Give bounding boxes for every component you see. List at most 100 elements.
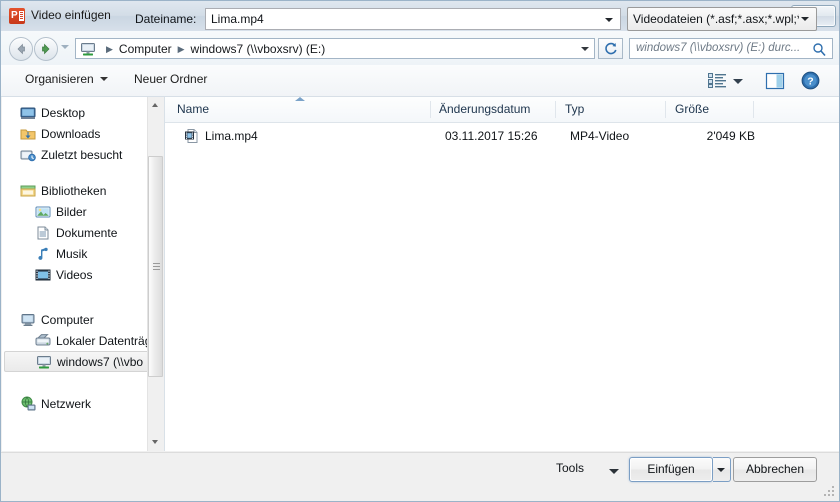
- new-folder-button[interactable]: Neuer Ordner: [134, 72, 207, 86]
- network-drive-icon: [37, 356, 51, 369]
- scroll-up-icon[interactable]: [148, 97, 163, 114]
- sidebar-item-recent-places[interactable]: Zuletzt besucht: [2, 145, 163, 165]
- filename-value: Lima.mp4: [211, 12, 264, 26]
- sidebar-item-libraries[interactable]: Bibliotheken: [2, 181, 163, 201]
- refresh-icon: [605, 42, 617, 55]
- organize-button[interactable]: Organisieren: [25, 72, 108, 86]
- music-icon: [38, 247, 48, 260]
- filename-input[interactable]: Lima.mp4: [205, 8, 621, 30]
- sidebar-item-music[interactable]: Musik: [2, 244, 163, 264]
- chevron-down-icon: [99, 77, 108, 81]
- sidebar-item-documents[interactable]: Dokumente: [2, 223, 163, 243]
- new-folder-label: Neuer Ordner: [134, 72, 208, 86]
- file-name-cell: Lima.mp4: [205, 129, 258, 143]
- sidebar-label: Netzwerk: [41, 397, 92, 411]
- downloads-folder-icon: [20, 129, 36, 140]
- file-list: Name Änderungsdatum Typ Größe Lima.mp4 0…: [164, 97, 839, 451]
- preview-pane-icon[interactable]: [765, 72, 785, 90]
- refresh-button[interactable]: [598, 38, 623, 59]
- breadcrumb-item-drive[interactable]: windows7 (\\vboxsrv) (E:): [191, 42, 326, 56]
- network-icon: [21, 396, 36, 411]
- network-drive-icon: [81, 43, 95, 56]
- insert-button[interactable]: Einfügen: [629, 457, 713, 482]
- organize-label: Organisieren: [25, 72, 94, 86]
- address-bar[interactable]: ▶ Computer ▶ windows7 (\\vboxsrv) (E:): [75, 38, 595, 59]
- breadcrumb[interactable]: ▶ Computer ▶ windows7 (\\vboxsrv) (E:): [100, 42, 325, 56]
- breadcrumb-sep: ▶: [106, 44, 113, 54]
- breadcrumb-sep: ▶: [177, 44, 185, 54]
- column-divider[interactable]: [753, 101, 754, 118]
- insert-dropdown-button[interactable]: [713, 457, 731, 482]
- insert-video-dialog: P Video einfügen ✕: [0, 0, 840, 502]
- sidebar-item-desktop[interactable]: Desktop: [2, 103, 163, 123]
- libraries-icon: [20, 185, 36, 197]
- sidebar-label: Musik: [56, 247, 88, 261]
- search-input[interactable]: windows7 (\\vboxsrv) (E:) durc...: [629, 38, 833, 59]
- cancel-button[interactable]: Abbrechen: [733, 457, 817, 482]
- file-type-filter-value: Videodateien (*.asf;*.asx;*.wpl;*: [633, 12, 799, 26]
- sidebar-label: Computer: [41, 313, 94, 327]
- tools-button[interactable]: Tools: [556, 461, 584, 475]
- search-placeholder: windows7 (\\vboxsrv) (E:) durc...: [636, 42, 801, 54]
- sidebar-label: Dokumente: [56, 226, 118, 240]
- sidebar-item-pictures[interactable]: Bilder: [2, 202, 163, 222]
- sidebar-label: Videos: [56, 268, 93, 282]
- column-divider[interactable]: [430, 101, 431, 118]
- chevron-down-icon[interactable]: [801, 17, 809, 21]
- chevron-down-icon[interactable]: [605, 18, 613, 22]
- column-divider[interactable]: [555, 101, 556, 118]
- back-button[interactable]: [9, 37, 33, 61]
- file-size-cell: 2'049 KB: [706, 129, 755, 143]
- column-divider[interactable]: [665, 101, 666, 118]
- help-icon[interactable]: ?: [801, 71, 820, 90]
- sidebar-item-computer[interactable]: Computer: [2, 310, 163, 330]
- sidebar-label: Desktop: [41, 106, 86, 120]
- file-modified-cell: 03.11.2017 15:26: [445, 129, 538, 143]
- column-header-size[interactable]: Größe: [675, 102, 709, 116]
- column-header-name[interactable]: Name: [177, 102, 209, 116]
- file-type-filter-select[interactable]: Videodateien (*.asf;*.asx;*.wpl;*: [627, 7, 817, 31]
- scrollbar-thumb[interactable]: [148, 156, 163, 377]
- sidebar-label: Bibliotheken: [41, 184, 107, 198]
- column-header-type[interactable]: Typ: [565, 102, 584, 116]
- navigation-bar: ▶ Computer ▶ windows7 (\\vboxsrv) (E:) wind…: [1, 31, 839, 66]
- sidebar-item-network[interactable]: Netzwerk: [2, 394, 163, 414]
- history-dropdown-icon[interactable]: [61, 45, 69, 49]
- desktop-icon: [20, 107, 36, 119]
- scroll-down-icon[interactable]: [148, 434, 163, 451]
- view-dropdown-icon[interactable]: [733, 79, 743, 84]
- table-row[interactable]: Lima.mp4 03.11.2017 15:26 MP4-Video 2'04…: [165, 126, 839, 147]
- sidebar-label: windows7 (\\vbo: [57, 355, 144, 369]
- toolbar: Organisieren Neuer Ordner ?: [1, 65, 839, 97]
- column-header-modified[interactable]: Änderungsdatum: [439, 102, 530, 116]
- recent-places-icon: [20, 150, 36, 162]
- video-file-icon: [185, 129, 198, 143]
- file-type-cell: MP4-Video: [570, 129, 630, 143]
- tools-dropdown-icon[interactable]: [609, 469, 619, 474]
- pictures-icon: [35, 206, 51, 218]
- sidebar-item-videos[interactable]: Videos: [2, 265, 163, 285]
- forward-button[interactable]: [34, 37, 58, 61]
- sidebar-scrollbar[interactable]: [147, 97, 163, 451]
- sidebar-item-downloads[interactable]: Downloads: [2, 124, 163, 144]
- documents-icon: [37, 226, 49, 240]
- powerpoint-icon: P: [9, 8, 25, 24]
- sidebar-label: Lokaler Datenträg: [56, 334, 152, 348]
- chevron-down-icon: [717, 468, 725, 472]
- search-icon: [813, 43, 826, 57]
- sidebar-label: Zuletzt besucht: [41, 148, 123, 162]
- sidebar-label: Bilder: [56, 205, 87, 219]
- hard-disk-icon: [35, 334, 51, 346]
- videos-icon: [35, 269, 51, 281]
- resize-grip[interactable]: [824, 486, 836, 498]
- svg-text:?: ?: [807, 76, 813, 88]
- navigation-pane: Desktop Downloads Zuletzt besucht Biblio…: [2, 97, 163, 451]
- sidebar-item-windows7-drive[interactable]: windows7 (\\vbo: [4, 351, 154, 372]
- forward-arrow-icon: [42, 43, 50, 55]
- address-dropdown-icon[interactable]: [581, 47, 589, 51]
- sidebar-item-local-disk[interactable]: Lokaler Datenträg: [2, 331, 163, 351]
- window-title: Video einfügen: [31, 8, 111, 22]
- breadcrumb-item-computer[interactable]: Computer: [119, 42, 172, 56]
- list-view-icon[interactable]: [708, 72, 728, 89]
- back-arrow-icon: [17, 43, 25, 55]
